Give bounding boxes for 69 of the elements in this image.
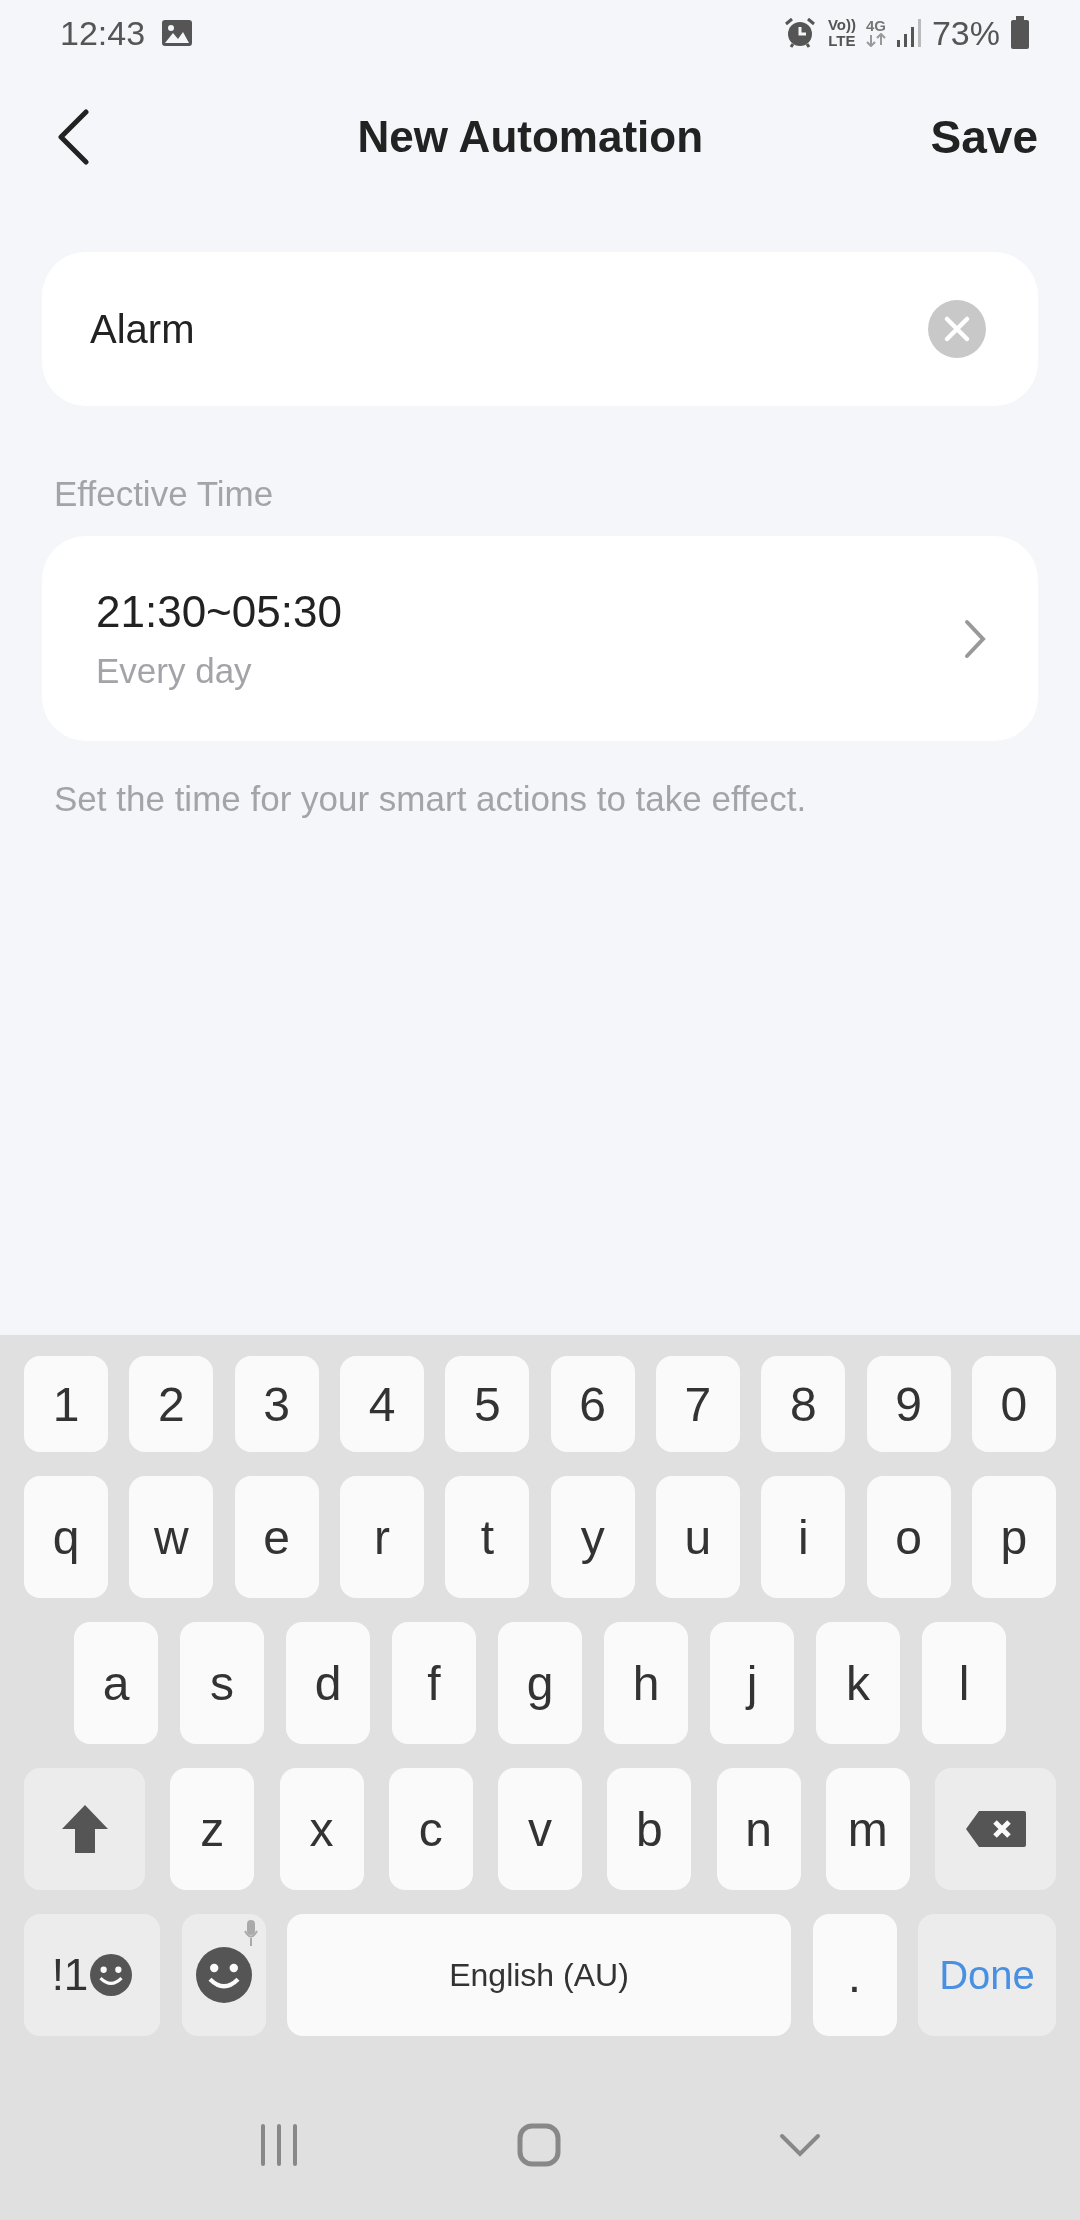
- keyboard-key[interactable]: t: [445, 1476, 530, 1598]
- page-title: New Automation: [356, 112, 704, 162]
- space-key[interactable]: English (AU): [287, 1914, 791, 2036]
- keyboard-key[interactable]: 5: [445, 1356, 530, 1452]
- keyboard-key[interactable]: d: [286, 1622, 370, 1744]
- home-button[interactable]: [517, 2123, 561, 2167]
- save-button[interactable]: Save: [930, 110, 1038, 164]
- keyboard-key[interactable]: z: [170, 1768, 255, 1890]
- name-field[interactable]: Alarm: [90, 306, 928, 352]
- chevron-right-icon: [964, 618, 986, 659]
- keyboard-key[interactable]: c: [388, 1768, 473, 1890]
- shift-icon: [59, 1803, 110, 1855]
- keyboard-key[interactable]: b: [607, 1768, 692, 1890]
- keyboard-key[interactable]: p: [971, 1476, 1056, 1598]
- keyboard-key[interactable]: m: [825, 1768, 910, 1890]
- network-label: 4G: [865, 19, 886, 33]
- keyboard-key[interactable]: e: [234, 1476, 319, 1598]
- smiley-icon: [90, 1954, 133, 1996]
- keyboard-key[interactable]: 0: [971, 1356, 1056, 1452]
- keyboard-key[interactable]: i: [761, 1476, 846, 1598]
- battery-icon: [1010, 16, 1030, 50]
- keyboard-key[interactable]: k: [816, 1622, 900, 1744]
- keyboard-key[interactable]: q: [24, 1476, 108, 1598]
- clock-time: 12:43: [60, 13, 146, 53]
- keyboard-key[interactable]: a: [74, 1622, 158, 1744]
- keyboard-key[interactable]: r: [340, 1476, 424, 1598]
- emoji-key[interactable]: [181, 1914, 266, 2036]
- keyboard-key[interactable]: 6: [550, 1356, 635, 1452]
- data-arrows-icon: [865, 33, 886, 47]
- keyboard-key[interactable]: 8: [761, 1356, 846, 1452]
- back-button[interactable]: [56, 109, 90, 165]
- back-nav-button[interactable]: [779, 2133, 821, 2157]
- battery-percent: 73%: [931, 13, 1000, 53]
- volte-label: Vo)): [827, 17, 856, 33]
- backspace-key[interactable]: [935, 1768, 1056, 1890]
- signal-icon: [895, 18, 922, 48]
- keyboard-key[interactable]: x: [279, 1768, 364, 1890]
- keyboard-key[interactable]: 3: [234, 1356, 319, 1452]
- symbols-key[interactable]: !1: [24, 1914, 160, 2036]
- keyboard-key[interactable]: v: [498, 1768, 582, 1890]
- hint-text: Set the time for your smart actions to take effect.: [53, 779, 808, 819]
- lte-label: LTE: [828, 33, 856, 49]
- keyboard-key[interactable]: n: [716, 1768, 801, 1890]
- time-card[interactable]: 21:30~05:30 Every day: [42, 536, 1038, 741]
- keyboard-key[interactable]: u: [655, 1476, 740, 1598]
- keyboard-key[interactable]: 4: [340, 1356, 424, 1452]
- keyboard-key[interactable]: o: [866, 1476, 951, 1598]
- keyboard-key[interactable]: s: [180, 1622, 264, 1744]
- mic-icon: [243, 1920, 258, 1946]
- keyboard-key[interactable]: g: [498, 1622, 582, 1744]
- image-icon: [161, 18, 194, 48]
- keyboard-key[interactable]: l: [922, 1622, 1006, 1744]
- keyboard-key[interactable]: f: [392, 1622, 476, 1744]
- shift-key[interactable]: [24, 1768, 145, 1890]
- keyboard-key[interactable]: 2: [129, 1356, 214, 1452]
- smiley-icon: [195, 1947, 252, 2003]
- keyboard-key[interactable]: y: [550, 1476, 635, 1598]
- recent-apps-button[interactable]: [259, 2124, 299, 2166]
- repeat-label: Every day: [96, 650, 253, 691]
- keyboard-key[interactable]: w: [129, 1476, 214, 1598]
- time-range: 21:30~05:30: [96, 586, 343, 637]
- backspace-icon: [964, 1810, 1027, 1848]
- keyboard-key[interactable]: 1: [24, 1356, 108, 1452]
- keyboard-key[interactable]: 9: [866, 1356, 951, 1452]
- period-key[interactable]: .: [812, 1914, 897, 2036]
- section-label: Effective Time: [53, 474, 275, 514]
- keyboard-key[interactable]: 7: [655, 1356, 740, 1452]
- keyboard-key[interactable]: h: [604, 1622, 688, 1744]
- keyboard-key[interactable]: j: [710, 1622, 794, 1744]
